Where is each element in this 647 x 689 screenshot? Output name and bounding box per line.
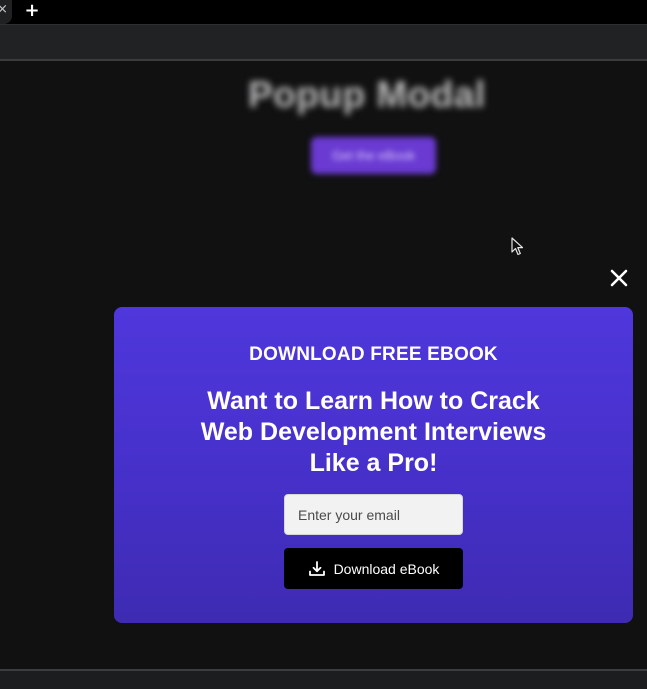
headline-line: Web Development Interviews — [200, 418, 547, 446]
background-page-title: Popup Modal — [248, 74, 486, 115]
modal-headline: Want to Learn How to Crack Web Developme… — [174, 386, 573, 479]
download-icon — [308, 560, 325, 576]
download-button-label: Download eBook — [333, 560, 440, 577]
headline-line: Like a Pro! — [309, 449, 438, 477]
bottom-bar — [0, 671, 647, 689]
mouse-cursor-icon — [511, 237, 524, 256]
new-tab-button[interactable]: + — [22, 0, 42, 22]
headline-line: Want to Learn How to Crack — [207, 387, 540, 415]
download-ebook-button[interactable]: Download eBook — [284, 548, 463, 589]
background-get-ebook-button: Get the eBook — [311, 137, 436, 174]
modal-kicker: DOWNLOAD FREE EBOOK — [249, 344, 498, 365]
modal-close-icon[interactable] — [606, 265, 632, 291]
tab-close-icon[interactable]: × — [0, 2, 8, 17]
browser-tab-strip: × + — [0, 0, 647, 24]
browser-tab[interactable]: × — [0, 0, 12, 24]
ebook-modal: DOWNLOAD FREE EBOOK Want to Learn How to… — [114, 307, 633, 623]
browser-toolbar — [0, 24, 647, 60]
email-input[interactable] — [284, 494, 463, 535]
